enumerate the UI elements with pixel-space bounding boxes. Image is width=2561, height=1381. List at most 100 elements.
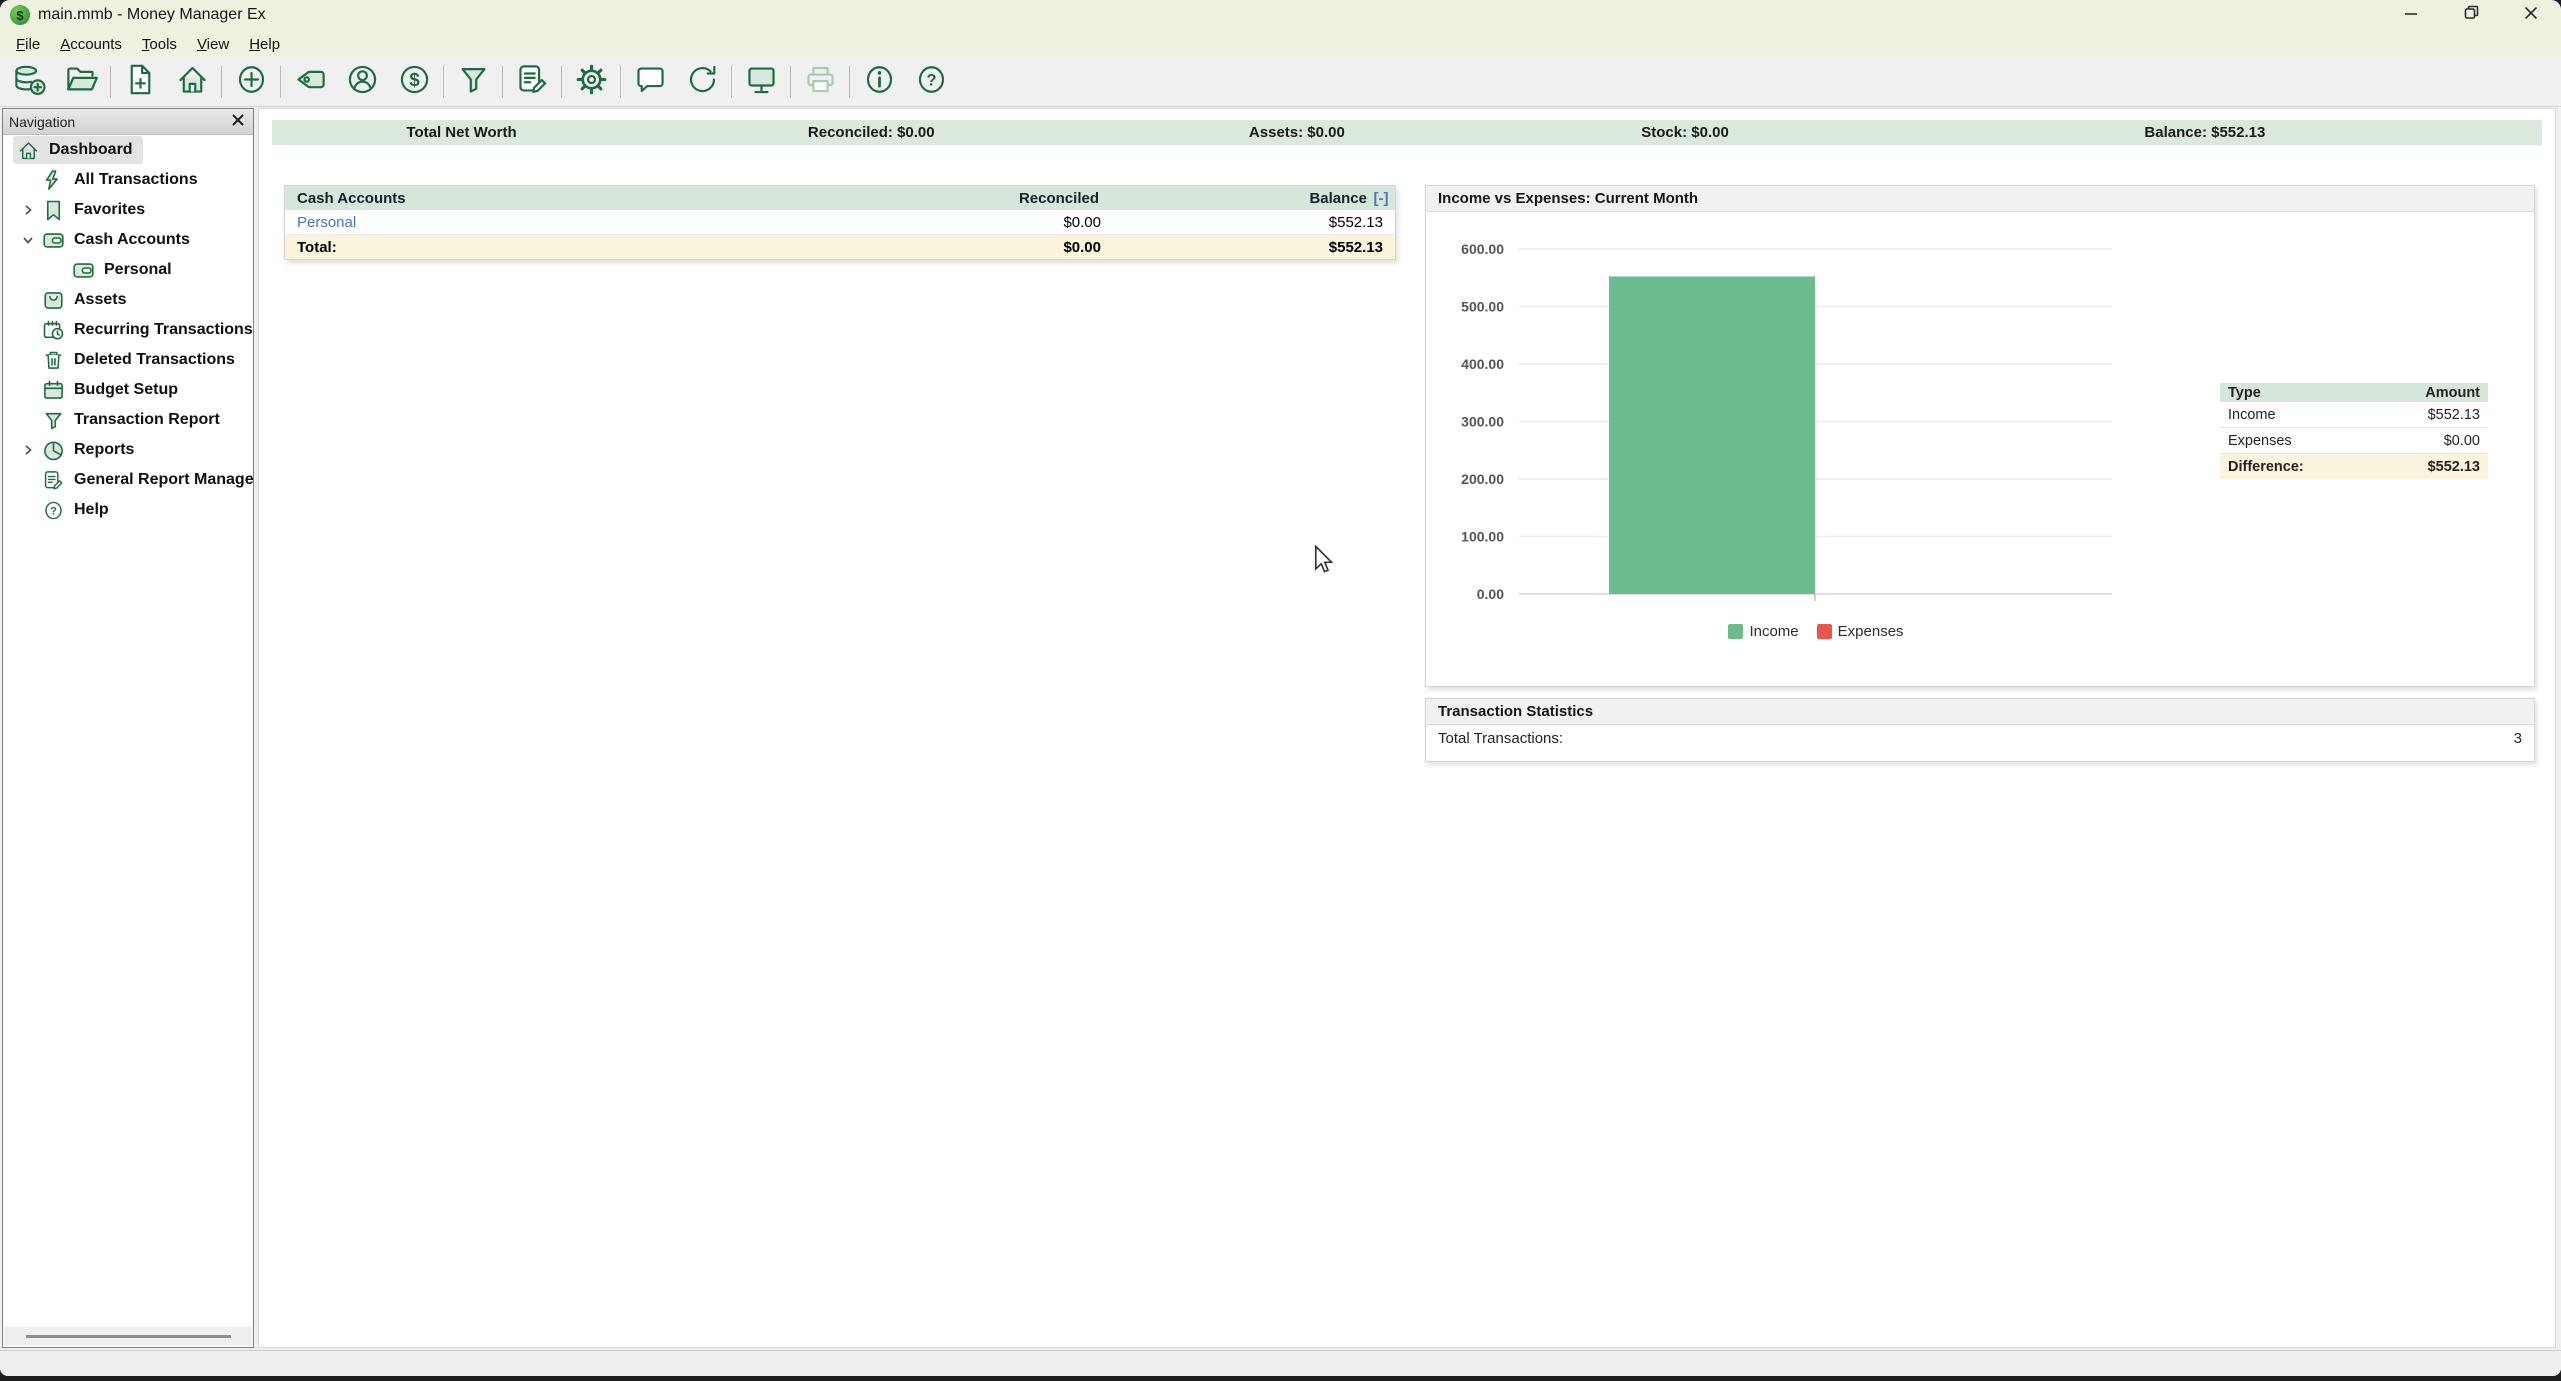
close-button[interactable] [2501, 0, 2561, 30]
navigation-horizontal-scrollbar[interactable] [4, 1327, 252, 1346]
svg-text:0.00: 0.00 [1477, 586, 1504, 602]
toolbar-separator [221, 66, 222, 98]
report-edit-icon [41, 468, 65, 492]
transaction-filter-icon [456, 62, 491, 102]
transaction-statistics-rows: Total Transactions:3 [1426, 725, 2534, 751]
navigation-close-button[interactable] [229, 113, 247, 131]
toolbar-separator [620, 66, 621, 98]
minimize-button[interactable] [2381, 0, 2441, 30]
home-icon [175, 62, 210, 102]
minimize-icon [2404, 6, 2418, 25]
open-database-button[interactable] [55, 60, 107, 104]
menu-help[interactable]: Help [239, 34, 290, 55]
calendar-icon [41, 378, 65, 402]
account-reconciled: $0.00 [801, 214, 1101, 231]
pie-chart-icon [41, 438, 65, 462]
chevron-right-icon[interactable] [15, 444, 41, 456]
new-file-button[interactable] [114, 60, 166, 104]
transaction-report-button[interactable] [506, 60, 558, 104]
home-button[interactable] [166, 60, 218, 104]
currency-dollar-button[interactable]: $ [388, 60, 440, 104]
menu-file[interactable]: File [6, 34, 50, 55]
chevron-down-icon[interactable] [15, 234, 41, 246]
difference-label: Difference: [2220, 459, 2428, 475]
sidebar-item-transaction-report[interactable]: Transaction Report [15, 405, 253, 435]
collapse-link[interactable]: [-] [1367, 190, 1395, 207]
cash-accounts-panel-title: Cash Accounts [285, 190, 799, 207]
help-question-button[interactable]: ? [905, 60, 957, 104]
summary-item-4: Balance: $552.13 [1868, 124, 2542, 141]
sidebar-item-label: Budget Setup [74, 381, 178, 399]
total-balance: $552.13 [1101, 239, 1395, 256]
title-bar: $ main.mmb - Money Manager Ex [0, 0, 2561, 30]
new-transaction-icon [234, 62, 269, 102]
toolbar-separator [280, 66, 281, 98]
sidebar-item-favorites[interactable]: Favorites [15, 195, 253, 225]
sidebar-item-all-transactions[interactable]: All Transactions [15, 165, 253, 195]
restore-button[interactable] [2441, 0, 2501, 30]
scrollbar-thumb[interactable] [26, 1335, 231, 1338]
sidebar-item-budget-setup[interactable]: Budget Setup [15, 375, 253, 405]
sidebar-item-recurring-transactions[interactable]: Recurring Transactions [15, 315, 253, 345]
fullscreen-monitor-icon [744, 62, 779, 102]
update-refresh-icon [685, 62, 720, 102]
sidebar-item-help[interactable]: ?Help [15, 495, 253, 525]
sidebar-item-assets[interactable]: Assets [15, 285, 253, 315]
svg-text:500.00: 500.00 [1461, 299, 1504, 315]
help-question-icon: ? [914, 62, 949, 102]
income-expenses-row: Income$552.13 [2220, 402, 2488, 428]
sidebar-item-dashboard[interactable]: Dashboard [13, 135, 253, 165]
payees-person-button[interactable] [336, 60, 388, 104]
sidebar-item-label: Assets [74, 291, 126, 309]
menu-view[interactable]: View [187, 34, 239, 55]
svg-text:?: ? [50, 505, 57, 517]
new-database-button[interactable] [3, 60, 55, 104]
categories-tag-button[interactable] [284, 60, 336, 104]
new-database-icon [12, 62, 47, 102]
svg-text:400.00: 400.00 [1461, 356, 1504, 372]
toolbar-separator [110, 66, 111, 98]
row-type: Income [2220, 407, 2428, 423]
menu-bar: FileAccountsToolsViewHelp [0, 30, 2561, 58]
summary-item-0: Total Net Worth [272, 124, 651, 141]
cash-accounts-total-row: Total: $0.00 $552.13 [285, 235, 1395, 259]
stat-label: Total Transactions: [1426, 730, 2514, 747]
about-info-button[interactable] [853, 60, 905, 104]
transaction-statistics-title: Transaction Statistics [1426, 699, 2534, 725]
feedback-bubble-button[interactable] [624, 60, 676, 104]
menu-accounts[interactable]: Accounts [50, 34, 132, 55]
menu-tools[interactable]: Tools [132, 34, 187, 55]
sidebar-item-cash-accounts[interactable]: Cash Accounts [15, 225, 253, 255]
transaction-statistics-panel: Transaction Statistics Total Transaction… [1425, 698, 2535, 762]
app-icon: $ [10, 5, 30, 25]
toolbar: $? [0, 58, 2561, 107]
total-reconciled: $0.00 [801, 239, 1101, 256]
chart-legend: IncomeExpenses [1516, 623, 2116, 640]
open-database-icon [64, 62, 99, 102]
sidebar-item-reports[interactable]: Reports [15, 435, 253, 465]
sidebar-item-general-report-manager[interactable]: General Report Manager [15, 465, 253, 495]
income-expenses-table-body: Income$552.13Expenses$0.00Difference:$55… [2220, 402, 2488, 479]
update-refresh-button[interactable] [676, 60, 728, 104]
type-column-header: Type [2220, 385, 2425, 401]
new-transaction-button[interactable] [225, 60, 277, 104]
about-info-icon [862, 62, 897, 102]
account-balance: $552.13 [1101, 214, 1395, 231]
fullscreen-monitor-button[interactable] [735, 60, 787, 104]
sidebar-item-label: Personal [104, 261, 172, 279]
sidebar-item-label: Transaction Report [74, 411, 220, 429]
categories-tag-icon [293, 62, 328, 102]
transaction-filter-button[interactable] [447, 60, 499, 104]
trash-icon [41, 348, 65, 372]
sidebar-item-deleted-transactions[interactable]: Deleted Transactions [15, 345, 253, 375]
legend-swatch [1817, 624, 1832, 639]
lightning-icon [41, 168, 65, 192]
sidebar-item-personal[interactable]: Personal [45, 255, 253, 285]
cash-accounts-panel: Cash Accounts Reconciled Balance [-] Per… [284, 185, 1396, 260]
svg-text:100.00: 100.00 [1461, 529, 1504, 545]
calendar-clock-icon [41, 318, 65, 342]
summary-item-3: Stock: $0.00 [1502, 124, 1867, 141]
account-link[interactable]: Personal [297, 214, 356, 231]
chevron-right-icon[interactable] [15, 204, 41, 216]
options-gear-button[interactable] [565, 60, 617, 104]
